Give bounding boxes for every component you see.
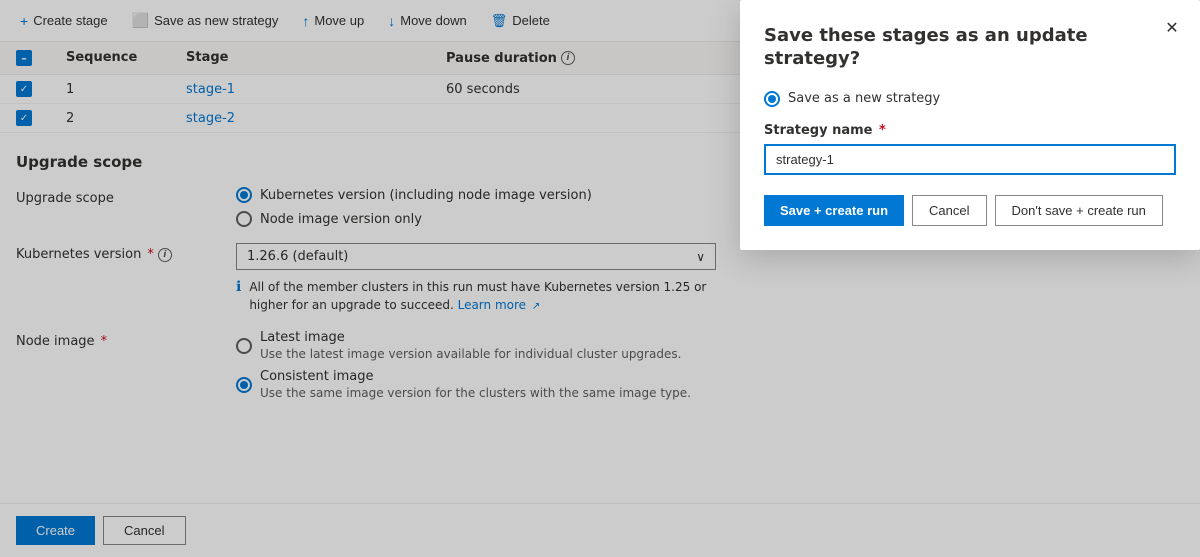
close-icon: ✕ [1165,18,1178,38]
dont-save-create-run-button[interactable]: Don't save + create run [995,195,1163,226]
modal-radio-group: Save as a new strategy [764,91,1176,107]
strategy-name-required: * [875,123,886,138]
save-strategy-modal: ✕ Save these stages as an update strateg… [740,0,1200,250]
strategy-name-label: Strategy name * [764,123,1176,138]
modal-cancel-button[interactable]: Cancel [912,195,986,226]
modal-actions: Save + create run Cancel Don't save + cr… [764,195,1176,226]
modal-close-button[interactable]: ✕ [1160,16,1184,40]
modal-save-new-label: Save as a new strategy [788,91,940,106]
modal-save-new-radio[interactable]: Save as a new strategy [764,91,1176,107]
strategy-name-input[interactable] [764,144,1176,175]
modal-title: Save these stages as an update strategy? [764,24,1176,71]
modal-overlay: ✕ Save these stages as an update strateg… [0,0,1200,557]
strategy-name-field: Strategy name * [764,123,1176,175]
save-create-run-button[interactable]: Save + create run [764,195,904,226]
modal-save-radio-button[interactable] [764,91,780,107]
